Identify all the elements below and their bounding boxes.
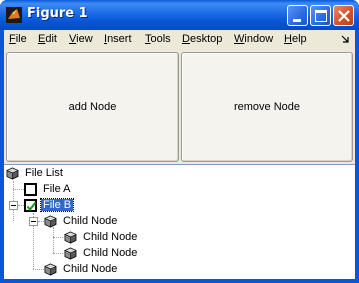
tree-node-label: Child Node [63,263,118,275]
file-tree[interactable]: File List File A File B Child Node Child… [4,164,355,279]
tree-node-label: Child Node [83,231,138,243]
maximize-icon [315,10,327,22]
cube-icon [64,231,77,243]
menu-window[interactable]: Window [234,33,273,45]
dock-arrow-icon[interactable] [341,34,351,44]
checkmark-icon [26,201,37,211]
tree-connector [33,269,44,270]
menu-insert[interactable]: Insert [104,33,132,45]
collapse-toggle-child-node[interactable] [29,217,38,226]
tree-node-label: File A [43,183,71,195]
window-frame-right [355,30,359,283]
add-node-button[interactable]: add Node [6,52,179,162]
title-bar[interactable]: Figure 1 [0,0,359,30]
tree-node-label: Child Node [83,247,138,259]
menu-help[interactable]: Help [284,33,307,45]
collapse-toggle-file-b[interactable] [9,201,18,210]
window-frame-bottom [0,279,359,283]
tree-node-label: File List [25,167,63,179]
tree-node-grandchild-2[interactable]: Child Node [64,245,139,261]
cube-icon [6,167,19,179]
figure-client-area: File Edit View Insert Tools Desktop Wind… [4,30,355,279]
cube-icon [64,247,77,259]
cube-icon [44,215,57,227]
tree-node-child-2[interactable]: Child Node [44,261,119,277]
close-button[interactable] [333,5,354,26]
tree-node-grandchild-1[interactable]: Child Node [64,229,139,245]
file-a-checkbox[interactable] [24,182,37,196]
close-icon [338,10,350,22]
menu-file[interactable]: File [9,33,27,45]
tree-connector [53,237,63,238]
menu-desktop[interactable]: Desktop [182,33,222,45]
menu-tools[interactable]: Tools [145,33,171,45]
tree-node-label: Child Node [63,215,118,227]
maximize-button[interactable] [310,5,331,26]
tree-node-root[interactable]: File List [6,165,65,181]
window-title: Figure 1 [27,6,88,21]
tree-connector [53,227,54,253]
remove-node-button[interactable]: remove Node [181,52,353,162]
figure-window: Figure 1 File Edit View Insert Tools Des… [0,0,359,283]
menu-bar: File Edit View Insert Tools Desktop Wind… [4,30,355,49]
matlab-icon [6,7,22,23]
tree-connector [53,253,63,254]
tree-node-file-a[interactable]: File A [24,181,73,197]
tree-node-file-b[interactable]: File B [24,197,75,213]
cube-icon [44,263,57,275]
minimize-button[interactable] [287,5,308,26]
tree-connector [13,189,24,190]
file-b-checkbox[interactable] [24,198,37,212]
tree-node-child-1[interactable]: Child Node [44,213,119,229]
menu-edit[interactable]: Edit [38,33,57,45]
minimize-icon [293,19,301,22]
menu-view[interactable]: View [69,33,93,45]
tree-node-label: File B [39,198,75,212]
